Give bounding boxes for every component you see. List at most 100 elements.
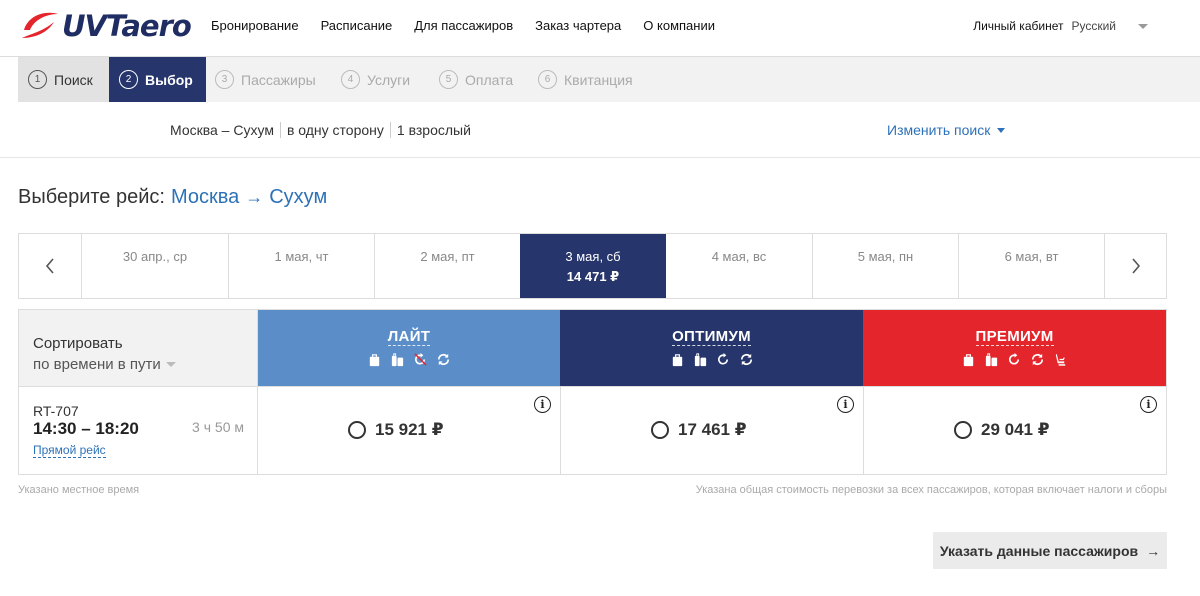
chevron-down-icon[interactable]: [1138, 23, 1148, 29]
local-time-note: Указано местное время: [18, 484, 140, 496]
luggage-icon: [694, 353, 706, 367]
date-label: 5 мая, пн: [857, 249, 914, 264]
exchange-icon: [740, 353, 752, 366]
step-label: Квитанция: [564, 71, 633, 88]
fare-radio-light[interactable]: 15 921 ₽: [348, 420, 444, 440]
step-search[interactable]: 1 Поиск: [18, 57, 109, 102]
caret-down-icon: [997, 127, 1006, 133]
date-option[interactable]: 30 апр., ср: [81, 234, 228, 298]
step-number: 2: [119, 70, 138, 89]
nav-schedule[interactable]: Расписание: [321, 18, 393, 34]
date-option[interactable]: 6 мая, вт: [958, 234, 1104, 298]
personal-cabinet-link[interactable]: Личный кабинет: [973, 19, 1063, 33]
date-label: 6 мая, вт: [1004, 249, 1059, 264]
fare-price: 29 041 ₽: [981, 420, 1050, 439]
next-dates-button[interactable]: [1104, 234, 1166, 298]
step-select[interactable]: 2 Выбор: [109, 57, 206, 102]
date-label: 30 апр., ср: [122, 249, 188, 264]
header-right: Личный кабинет Русский: [973, 19, 1148, 33]
total-cost-note: Указана общая стоимость перевозки за все…: [695, 484, 1167, 496]
nav-charter[interactable]: Заказ чартера: [535, 18, 621, 34]
sort-label: Сортировать: [33, 335, 123, 352]
nav-booking[interactable]: Бронирование: [211, 18, 299, 34]
nav-passengers-info[interactable]: Для пассажиров: [414, 18, 513, 34]
direct-flight-link[interactable]: Прямой рейс: [33, 444, 106, 458]
date-label: 4 мая, вс: [711, 249, 767, 264]
exchange-icon: [1031, 353, 1044, 366]
nav-about[interactable]: О компании: [643, 18, 715, 34]
uvtaero-logo[interactable]: UVTaero: [20, 8, 202, 44]
return-icon: [1008, 352, 1020, 365]
step-number: 1: [28, 70, 47, 89]
radio-button[interactable]: [954, 421, 972, 439]
caret-down-icon: [165, 362, 176, 367]
tariff-features: [560, 352, 863, 367]
fare-option-premium[interactable]: i 29 041 ₽: [864, 386, 1166, 474]
date-label: 1 мая, чт: [274, 249, 329, 264]
title-prefix: Выберите рейс:: [18, 186, 165, 208]
step-number: 4: [341, 70, 360, 89]
route-summary-bar: Москва – Сухум в одну сторону 1 взрослый…: [0, 102, 1200, 158]
fare-price: 17 461 ₽: [678, 420, 747, 439]
date-option-selected[interactable]: 3 мая, сб 14 471 ₽: [520, 234, 666, 298]
fare-option-light[interactable]: i 15 921 ₽: [258, 386, 561, 474]
fare-option-optimum[interactable]: i 17 461 ₽: [561, 386, 864, 474]
date-option[interactable]: 1 мая, чт: [228, 234, 374, 298]
tariff-light-header: ЛАЙТ: [258, 310, 560, 386]
step-number: 5: [439, 70, 458, 89]
return-icon: [717, 352, 728, 365]
tariff-name[interactable]: ПРЕМИУМ: [975, 328, 1054, 346]
step-label: Услуги: [367, 71, 411, 88]
step-label: Выбор: [145, 71, 193, 88]
radio-button[interactable]: [348, 421, 366, 439]
sort-dropdown[interactable]: по времени в пути: [33, 356, 257, 373]
route-info: Москва – Сухум в одну сторону 1 взрослый: [170, 122, 471, 138]
arrow-right-icon: →: [245, 187, 264, 207]
flight-duration: 3 ч 50 м: [192, 419, 244, 435]
language-select[interactable]: Русский: [1071, 19, 1116, 33]
info-icon[interactable]: i: [1140, 396, 1157, 413]
info-icon[interactable]: i: [837, 396, 854, 413]
chevron-right-icon: [1131, 258, 1140, 274]
fare-radio-premium[interactable]: 29 041 ₽: [954, 420, 1050, 440]
divider: [389, 122, 391, 138]
button-label: Указать данные пассажиров: [939, 542, 1139, 559]
title-origin: Москва: [170, 186, 240, 208]
tariff-name[interactable]: ОПТИМУМ: [672, 328, 751, 346]
date-option[interactable]: 5 мая, пн: [812, 234, 958, 298]
enter-passenger-data-button[interactable]: Указать данные пассажиров →: [933, 532, 1167, 569]
chevron-left-icon: [45, 258, 54, 274]
passenger-count: 1 взрослый: [396, 122, 471, 138]
main-nav: Бронирование Расписание Для пассажиров З…: [211, 18, 715, 34]
step-payment: 5 Оплата: [439, 57, 513, 102]
fare-radio-optimum[interactable]: 17 461 ₽: [651, 420, 747, 440]
tariff-optimum-header: ОПТИМУМ: [560, 310, 863, 386]
seat-icon: [1055, 353, 1066, 366]
step-passengers: 3 Пассажиры: [215, 57, 316, 102]
booking-steps: 1 Поиск 2 Выбор 3 Пассажиры 4 Услуги 5 О…: [18, 57, 1200, 102]
date-price: 14 471 ₽: [566, 269, 620, 284]
step-number: 3: [215, 70, 234, 89]
prev-dates-button[interactable]: [19, 234, 81, 298]
date-label: 2 мая, пт: [420, 249, 475, 264]
logo-text: UVTaero: [62, 9, 192, 43]
date-selector: 30 апр., ср 1 мая, чт 2 мая, пт 3 мая, с…: [18, 233, 1167, 299]
change-search-button[interactable]: Изменить поиск: [887, 122, 1006, 138]
step-number: 6: [538, 70, 557, 89]
flight-number: RT-707: [33, 403, 79, 419]
flight-info: RT-707 14:30 – 18:20 3 ч 50 м Прямой рей…: [19, 386, 258, 474]
swoosh-logo-icon: [22, 12, 58, 38]
date-label: 3 мая, сб: [565, 249, 621, 264]
page-title: Выберите рейс: Москва → Сухум: [18, 186, 327, 209]
step-label: Поиск: [54, 71, 93, 88]
title-destination: Сухум: [269, 186, 328, 208]
radio-button[interactable]: [651, 421, 669, 439]
tariff-name[interactable]: ЛАЙТ: [387, 328, 431, 346]
fare-price: 15 921 ₽: [375, 420, 444, 439]
date-option[interactable]: 4 мая, вс: [666, 234, 812, 298]
luggage-icon: [391, 353, 404, 367]
exchange-icon: [437, 353, 450, 366]
info-icon[interactable]: i: [534, 396, 551, 413]
step-services: 4 Услуги: [341, 57, 410, 102]
date-option[interactable]: 2 мая, пт: [374, 234, 520, 298]
